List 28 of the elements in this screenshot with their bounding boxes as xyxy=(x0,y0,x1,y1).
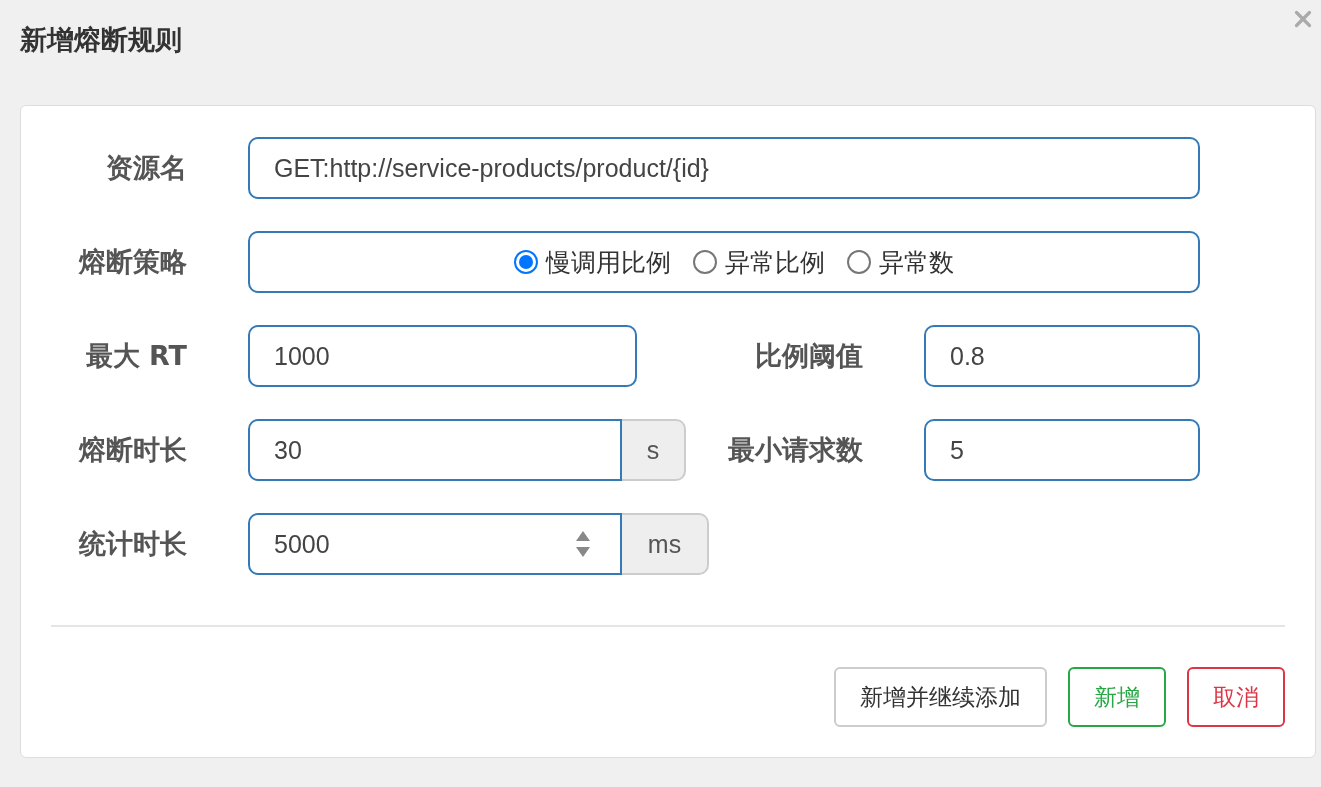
radio-option[interactable]: 慢调用比例 xyxy=(514,245,671,279)
radio-button[interactable] xyxy=(514,250,538,274)
input-field[interactable]: 1000 xyxy=(248,325,637,387)
dialog-title: 新增熔断规则 xyxy=(20,23,182,57)
field-label: 最大 RT xyxy=(84,339,187,373)
radio-button[interactable] xyxy=(693,250,717,274)
field-label: 最小请求数 xyxy=(727,433,863,467)
radio-option[interactable]: 异常数 xyxy=(847,245,954,279)
unit-label: s xyxy=(622,419,686,481)
radio-label: 慢调用比例 xyxy=(546,246,671,279)
spinner-icon[interactable] xyxy=(574,529,592,559)
radio-button[interactable] xyxy=(847,250,871,274)
number-field[interactable]: 5000 xyxy=(248,513,622,575)
input-field[interactable]: 0.8 xyxy=(924,325,1200,387)
input-field[interactable]: GET:http://service-products/product/{id} xyxy=(248,137,1200,199)
field-label: 比例阈值 xyxy=(754,339,863,373)
radio-label: 异常比例 xyxy=(725,246,825,279)
field-label: 资源名 xyxy=(105,151,187,185)
field-label: 熔断策略 xyxy=(77,245,187,279)
dialog-button[interactable]: 取消 xyxy=(1187,667,1285,727)
radio-label: 异常数 xyxy=(879,246,954,279)
input-field[interactable]: 5 xyxy=(924,419,1200,481)
unit-label: ms xyxy=(622,513,709,575)
dialog-button[interactable]: 新增并继续添加 xyxy=(834,667,1047,727)
radio-option[interactable]: 异常比例 xyxy=(693,245,825,279)
input-field[interactable]: 30 xyxy=(248,419,622,481)
field-label: 统计时长 xyxy=(77,527,187,561)
field-label: 熔断时长 xyxy=(77,433,187,467)
